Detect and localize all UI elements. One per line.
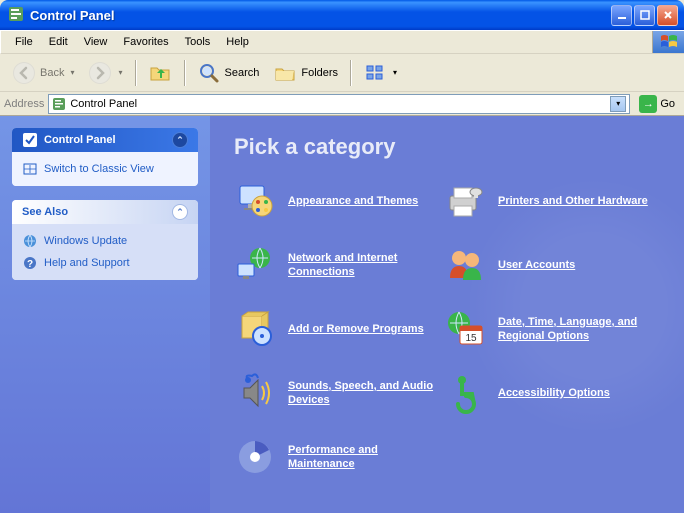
category-label: Accessibility Options bbox=[498, 386, 610, 400]
views-button[interactable]: ▾ bbox=[357, 58, 403, 88]
forward-icon bbox=[88, 61, 112, 85]
switch-view-icon bbox=[22, 161, 38, 177]
toolbar: Back ▾ ▾ Search Folders ▾ bbox=[0, 54, 684, 92]
collapse-icon[interactable]: ⌃ bbox=[172, 204, 188, 220]
folders-icon bbox=[273, 61, 297, 85]
go-icon: → bbox=[639, 95, 657, 113]
back-label: Back bbox=[40, 67, 64, 79]
category-network-internet[interactable]: Network and Internet Connections bbox=[234, 244, 444, 286]
appearance-icon bbox=[234, 180, 276, 222]
main-panel: Pick a category Appearance and Themes Pr… bbox=[210, 116, 684, 513]
back-dropdown-icon[interactable]: ▾ bbox=[70, 68, 74, 77]
address-value: Control Panel bbox=[70, 98, 137, 110]
forward-button[interactable]: ▾ bbox=[82, 58, 128, 88]
link-label: Switch to Classic View bbox=[44, 163, 154, 175]
toolbar-separator bbox=[350, 60, 351, 86]
forward-dropdown-icon[interactable]: ▾ bbox=[118, 68, 122, 77]
views-dropdown-icon[interactable]: ▾ bbox=[393, 68, 397, 77]
address-icon bbox=[52, 97, 66, 111]
switch-classic-view-link[interactable]: Switch to Classic View bbox=[22, 161, 188, 177]
page-heading: Pick a category bbox=[234, 134, 660, 160]
up-folder-icon bbox=[148, 61, 172, 85]
category-label: Printers and Other Hardware bbox=[498, 194, 648, 208]
menu-file[interactable]: File bbox=[7, 33, 41, 51]
printers-icon bbox=[444, 180, 486, 222]
category-label: Add or Remove Programs bbox=[288, 322, 424, 336]
category-label: Appearance and Themes bbox=[288, 194, 418, 208]
close-button[interactable] bbox=[657, 5, 678, 26]
go-button[interactable]: → Go bbox=[634, 94, 680, 114]
category-label: Performance and Maintenance bbox=[288, 443, 444, 472]
help-support-link[interactable]: ? Help and Support bbox=[22, 255, 188, 271]
sidebar: Control Panel ⌃ Switch to Classic View S… bbox=[0, 116, 210, 513]
category-label: User Accounts bbox=[498, 258, 575, 272]
category-printers-hardware[interactable]: Printers and Other Hardware bbox=[444, 180, 654, 222]
category-performance-maintenance[interactable]: Performance and Maintenance bbox=[234, 436, 444, 478]
category-date-time-language[interactable]: 15 Date, Time, Language, and Regional Op… bbox=[444, 308, 654, 350]
search-icon bbox=[197, 61, 221, 85]
menu-favorites[interactable]: Favorites bbox=[115, 33, 176, 51]
go-label: Go bbox=[660, 98, 675, 110]
control-panel-icon bbox=[8, 6, 26, 24]
panel-icon bbox=[22, 132, 38, 148]
category-appearance-themes[interactable]: Appearance and Themes bbox=[234, 180, 444, 222]
menu-edit[interactable]: Edit bbox=[41, 33, 76, 51]
back-icon bbox=[12, 61, 36, 85]
date-time-icon: 15 bbox=[444, 308, 486, 350]
menu-help[interactable]: Help bbox=[218, 33, 257, 51]
toolbar-separator bbox=[184, 60, 185, 86]
network-icon bbox=[234, 244, 276, 286]
panel-title: See Also bbox=[22, 206, 68, 218]
window-title: Control Panel bbox=[30, 8, 611, 23]
windows-update-link[interactable]: Windows Update bbox=[22, 233, 188, 249]
collapse-icon[interactable]: ⌃ bbox=[172, 132, 188, 148]
address-input[interactable]: Control Panel ▾ bbox=[48, 94, 630, 114]
menubar: File Edit View Favorites Tools Help bbox=[0, 30, 684, 54]
control-panel-tasks-panel: Control Panel ⌃ Switch to Classic View bbox=[12, 128, 198, 186]
performance-icon bbox=[234, 436, 276, 478]
svg-text:?: ? bbox=[27, 259, 33, 270]
category-sounds-speech[interactable]: Sounds, Speech, and Audio Devices bbox=[234, 372, 444, 414]
address-bar: Address Control Panel ▾ → Go bbox=[0, 92, 684, 116]
folders-button[interactable]: Folders bbox=[267, 58, 344, 88]
windows-flag-icon bbox=[652, 31, 684, 53]
views-icon bbox=[363, 61, 387, 85]
panel-header[interactable]: See Also ⌃ bbox=[12, 200, 198, 224]
accessibility-icon bbox=[444, 372, 486, 414]
up-button[interactable] bbox=[142, 58, 178, 88]
titlebar: Control Panel bbox=[0, 0, 684, 30]
menu-tools[interactable]: Tools bbox=[177, 33, 219, 51]
globe-icon bbox=[22, 233, 38, 249]
search-button[interactable]: Search bbox=[191, 58, 266, 88]
category-label: Network and Internet Connections bbox=[288, 251, 444, 280]
category-label: Date, Time, Language, and Regional Optio… bbox=[498, 315, 654, 344]
minimize-button[interactable] bbox=[611, 5, 632, 26]
folders-label: Folders bbox=[301, 67, 338, 79]
category-accessibility[interactable]: Accessibility Options bbox=[444, 372, 654, 414]
sounds-icon bbox=[234, 372, 276, 414]
svg-text:15: 15 bbox=[465, 333, 477, 344]
category-add-remove-programs[interactable]: Add or Remove Programs bbox=[234, 308, 444, 350]
address-label: Address bbox=[4, 98, 44, 110]
programs-icon bbox=[234, 308, 276, 350]
maximize-button[interactable] bbox=[634, 5, 655, 26]
panel-header[interactable]: Control Panel ⌃ bbox=[12, 128, 198, 152]
panel-title: Control Panel bbox=[44, 134, 116, 146]
content-area: Control Panel ⌃ Switch to Classic View S… bbox=[0, 116, 684, 513]
menu-view[interactable]: View bbox=[76, 33, 116, 51]
category-user-accounts[interactable]: User Accounts bbox=[444, 244, 654, 286]
help-icon: ? bbox=[22, 255, 38, 271]
back-button[interactable]: Back ▾ bbox=[6, 58, 80, 88]
toolbar-separator bbox=[135, 60, 136, 86]
address-dropdown-icon[interactable]: ▾ bbox=[610, 96, 626, 112]
users-icon bbox=[444, 244, 486, 286]
link-label: Windows Update bbox=[44, 235, 127, 247]
search-label: Search bbox=[225, 67, 260, 79]
link-label: Help and Support bbox=[44, 257, 130, 269]
category-label: Sounds, Speech, and Audio Devices bbox=[288, 379, 444, 408]
see-also-panel: See Also ⌃ Windows Update ? Help and Sup… bbox=[12, 200, 198, 280]
